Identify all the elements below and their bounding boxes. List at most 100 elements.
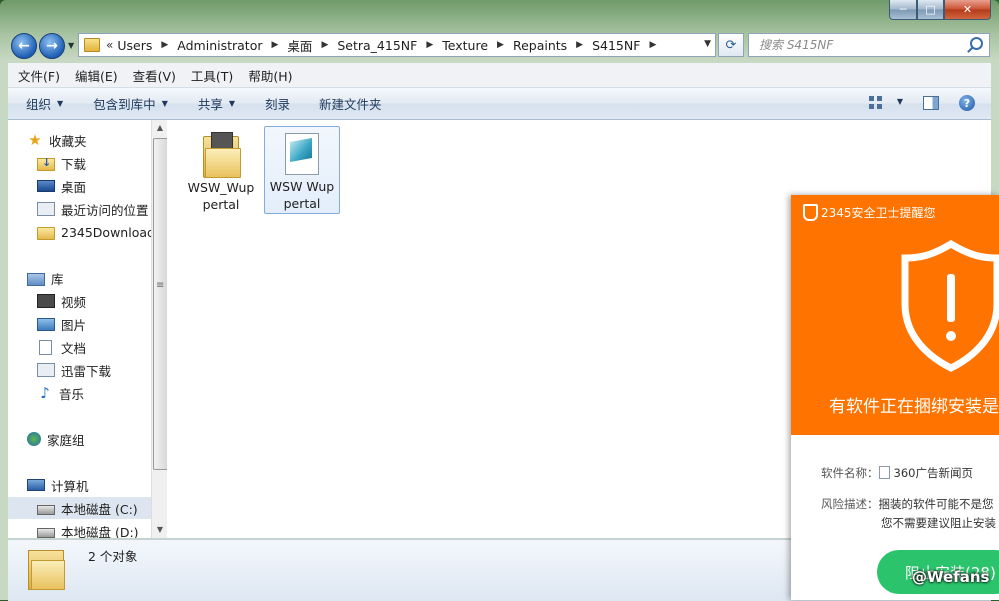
- chevron-right-icon[interactable]: ▶: [497, 40, 504, 50]
- burn-button[interactable]: 刻录: [265, 94, 290, 113]
- scroll-up-icon[interactable]: ▲: [152, 120, 168, 136]
- forward-button[interactable]: →: [39, 33, 65, 59]
- file-item[interactable]: WSW_Wuppertal: [184, 127, 258, 213]
- forward-arrow-icon: →: [46, 38, 58, 54]
- close-button[interactable]: ✕: [944, 0, 991, 20]
- page-icon: [878, 466, 890, 479]
- breadcrumb-texture[interactable]: Texture: [442, 38, 488, 53]
- desktop-icon: [37, 180, 55, 192]
- nav-recent-label: 最近访问的位置: [61, 202, 149, 218]
- refresh-icon: ⟳: [725, 37, 737, 53]
- chevron-right-icon[interactable]: ▶: [161, 40, 168, 50]
- share-label: 共享: [197, 97, 223, 112]
- organize-button[interactable]: 组织 ▼: [26, 94, 63, 113]
- risk-row-2: 您不需要建议阻止安装: [881, 515, 996, 531]
- breadcrumb-administrator[interactable]: Administrator: [177, 38, 262, 53]
- menu-bar: 文件(F) 编辑(E) 查看(V) 工具(T) 帮助(H): [8, 63, 991, 88]
- address-bar[interactable]: « Users ▶ Administrator ▶ 桌面 ▶ Setra_415NF ▶…: [78, 33, 716, 57]
- nav-2345downloads[interactable]: 2345Downloads: [8, 221, 151, 243]
- share-button[interactable]: 共享 ▼: [198, 94, 235, 113]
- grip-icon: ≡: [156, 280, 165, 291]
- breadcrumb-users[interactable]: Users: [117, 38, 152, 53]
- scroll-thumb[interactable]: [153, 138, 168, 470]
- back-button[interactable]: ←: [11, 33, 37, 59]
- nav-documents-label: 文档: [61, 340, 87, 356]
- nav-desktop[interactable]: 桌面: [8, 175, 151, 197]
- include-library-label: 包含到库中: [93, 97, 156, 112]
- popup-title: 2345安全卫士提醒您: [821, 206, 936, 220]
- maximize-button[interactable]: □: [917, 0, 944, 20]
- breadcrumb-s415nf[interactable]: S415NF: [592, 38, 640, 53]
- nav-favorites[interactable]: ★ 收藏夹: [8, 129, 151, 151]
- nav-computer-label: 计算机: [51, 478, 89, 494]
- nav-homegroup[interactable]: 家庭组: [8, 428, 151, 450]
- nav-drive-d[interactable]: 本地磁盘 (D:): [8, 520, 151, 538]
- homegroup-icon: [27, 432, 41, 446]
- nav-xunlei-label: 迅雷下载: [61, 363, 112, 379]
- nav-music-label: 音乐: [59, 386, 85, 402]
- security-alert-popup: 2345安全卫士提醒您 有软件正在捆绑安装是 软件名称： 360广告新闻页 风险描…: [791, 195, 999, 600]
- chevron-right-icon[interactable]: ▶: [321, 40, 328, 50]
- video-icon: [37, 294, 55, 308]
- breadcrumb-desktop[interactable]: 桌面: [287, 36, 312, 55]
- hard-drive-icon: [37, 528, 55, 538]
- nav-pictures-label: 图片: [61, 317, 87, 333]
- nav-drive-c[interactable]: 本地磁盘 (C:): [8, 497, 151, 519]
- organize-label: 组织: [26, 97, 52, 112]
- recent-pages-dropdown[interactable]: ▼: [68, 41, 78, 51]
- folder-icon: [84, 38, 100, 52]
- menu-view[interactable]: 查看(V): [128, 66, 181, 85]
- item-count: 2 个对象: [88, 549, 138, 564]
- chevron-right-icon[interactable]: ▶: [649, 40, 656, 50]
- hard-drive-icon: [37, 505, 55, 515]
- include-library-button[interactable]: 包含到库中 ▼: [93, 94, 168, 113]
- nav-computer[interactable]: 计算机: [8, 474, 151, 496]
- nav-music[interactable]: ♪ 音乐: [8, 382, 151, 404]
- chevron-right-icon[interactable]: ▶: [576, 40, 583, 50]
- file-name: WSW_Wuppertal: [187, 180, 255, 212]
- breadcrumb-repaints[interactable]: Repaints: [513, 38, 567, 53]
- nav-drive-d-label: 本地磁盘 (D:): [61, 524, 139, 539]
- back-arrow-icon: ←: [18, 38, 30, 54]
- nav-libraries[interactable]: 库: [8, 267, 151, 289]
- chevron-right-icon[interactable]: ▶: [426, 40, 433, 50]
- new-folder-button[interactable]: 新建文件夹: [319, 94, 382, 113]
- search-icon[interactable]: [970, 37, 983, 50]
- file-name: WSW Wuppertal: [269, 179, 335, 211]
- nav-downloads[interactable]: 下载: [8, 152, 151, 174]
- risk-row: 风险描述：捆装的软件可能不是您: [821, 496, 994, 512]
- view-options-icon[interactable]: [869, 96, 883, 110]
- address-dropdown[interactable]: ▼: [704, 39, 711, 49]
- refresh-button[interactable]: ⟳: [718, 33, 744, 57]
- breadcrumb-overflow[interactable]: «: [106, 38, 113, 52]
- menu-help[interactable]: 帮助(H): [243, 66, 297, 85]
- file-item[interactable]: WSW Wuppertal: [264, 126, 340, 214]
- preview-pane-icon[interactable]: [923, 96, 939, 110]
- warning-shield-icon: [901, 240, 999, 375]
- software-name-value: 360广告新闻页: [893, 466, 973, 480]
- command-bar: 组织 ▼ 包含到库中 ▼ 共享 ▼ 刻录 新建文件夹 ▼ ?: [8, 88, 991, 120]
- recent-places-icon: [37, 202, 55, 216]
- risk-label: 风险描述：: [821, 497, 879, 511]
- nav-documents[interactable]: 文档: [8, 336, 151, 358]
- software-name-row: 软件名称： 360广告新闻页: [821, 465, 973, 481]
- scroll-down-icon[interactable]: ▼: [152, 522, 168, 538]
- search-input[interactable]: [757, 37, 966, 53]
- nav-xunlei[interactable]: 迅雷下载: [8, 359, 151, 381]
- menu-tools[interactable]: 工具(T): [186, 66, 238, 85]
- view-dropdown[interactable]: ▼: [897, 97, 903, 106]
- library-icon: [27, 272, 45, 286]
- folder-icon: [28, 546, 65, 590]
- menu-file[interactable]: 文件(F): [13, 66, 65, 85]
- nav-videos[interactable]: 视频: [8, 290, 151, 312]
- window-controls: ─ □ ✕: [889, 0, 991, 20]
- breadcrumb-setra[interactable]: Setra_415NF: [337, 38, 417, 53]
- nav-scrollbar[interactable]: ▲ ≡ ▼: [151, 120, 168, 538]
- nav-recent[interactable]: 最近访问的位置: [8, 198, 151, 220]
- help-icon[interactable]: ?: [959, 95, 975, 111]
- nav-pictures[interactable]: 图片: [8, 313, 151, 335]
- chevron-right-icon[interactable]: ▶: [272, 40, 279, 50]
- minimize-button[interactable]: ─: [889, 0, 917, 20]
- menu-edit[interactable]: 编辑(E): [70, 66, 123, 85]
- navigation-pane: ★ 收藏夹 下载 桌面 最近访问的位置 2345Downloads 库 视频: [8, 120, 151, 538]
